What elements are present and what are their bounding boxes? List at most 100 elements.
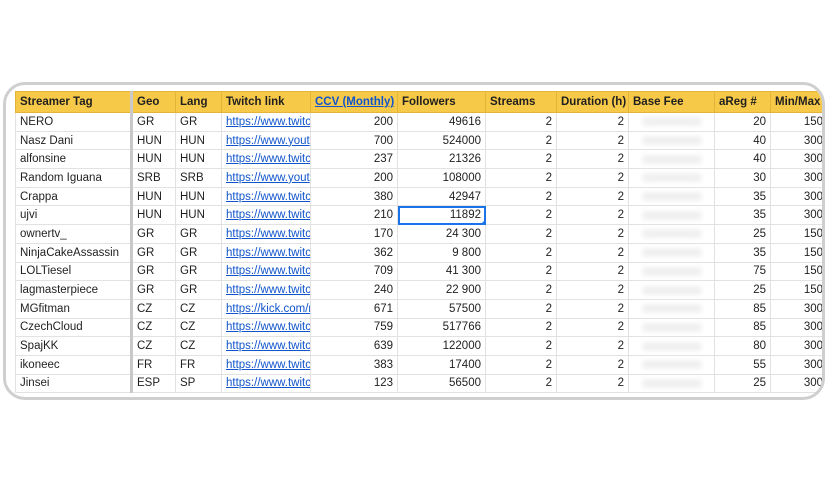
cell-ccv[interactable]: 383 (310, 354, 398, 375)
cell-duration[interactable]: 2 (556, 112, 629, 132)
cell-streamer-tag[interactable]: lagmasterpiece (15, 280, 132, 300)
cell-duration[interactable]: 2 (556, 354, 629, 375)
cell-min-max[interactable]: 300 (770, 336, 822, 356)
cell-lang[interactable]: CZ (175, 298, 222, 319)
cell-lang[interactable]: GR (175, 280, 222, 300)
cell-twitch-link[interactable]: https://www.twitc (221, 186, 311, 207)
cell-areg[interactable]: 85 (714, 317, 771, 338)
cell-ccv[interactable]: 240 (310, 280, 398, 300)
header-min-max[interactable]: Min/Max (770, 91, 822, 113)
cell-geo[interactable]: CZ (130, 336, 176, 356)
cell-base-fee-redacted[interactable] (628, 336, 715, 356)
table-row[interactable]: NinjaCakeAssassin GR GR https://www.twitc 36… (15, 242, 822, 263)
cell-streamer-tag[interactable]: Random Iguana (15, 168, 132, 188)
cell-followers[interactable]: 57500 (397, 298, 486, 319)
table-row[interactable]: Random Iguana SRB SRB https://www.yout 200 10… (15, 168, 822, 188)
cell-base-fee-redacted[interactable] (628, 130, 715, 151)
cell-min-max[interactable]: 300 (770, 373, 822, 394)
cell-geo[interactable]: GR (130, 224, 176, 244)
cell-min-max[interactable]: 300 (770, 149, 822, 170)
cell-followers[interactable]: 524000 (397, 130, 486, 151)
cell-base-fee-redacted[interactable] (628, 242, 715, 263)
cell-streams[interactable]: 2 (485, 280, 557, 300)
cell-twitch-link[interactable]: https://www.twitc (221, 317, 311, 338)
cell-ccv[interactable]: 639 (310, 336, 398, 356)
cell-ccv[interactable]: 709 (310, 261, 398, 282)
cell-base-fee-redacted[interactable] (628, 224, 715, 244)
cell-areg[interactable]: 25 (714, 280, 771, 300)
cell-twitch-link[interactable]: https://www.twitc (221, 280, 311, 300)
cell-areg[interactable]: 20 (714, 112, 771, 132)
cell-areg[interactable]: 40 (714, 149, 771, 170)
cell-duration[interactable]: 2 (556, 205, 629, 226)
cell-streamer-tag[interactable]: ownertv_ (15, 224, 132, 244)
cell-geo[interactable]: SRB (130, 168, 176, 188)
header-ccv-monthly[interactable]: CCV (Monthly) (310, 91, 398, 113)
table-row[interactable]: Jinsei ESP SP https://www.twitc 123 56500 2 2 25… (15, 373, 822, 394)
cell-streamer-tag[interactable]: Jinsei (15, 373, 132, 394)
cell-streamer-tag[interactable]: CzechCloud (15, 317, 132, 338)
header-duration[interactable]: Duration (h) (556, 91, 629, 113)
table-row[interactable]: Nasz Dani HUN HUN https://www.yout 700 524000… (15, 130, 822, 151)
cell-duration[interactable]: 2 (556, 336, 629, 356)
cell-streamer-tag[interactable]: ujvi (15, 205, 132, 226)
cell-geo[interactable]: GR (130, 112, 176, 132)
cell-duration[interactable]: 2 (556, 242, 629, 263)
cell-twitch-link[interactable]: https://www.twitc (221, 336, 311, 356)
cell-base-fee-redacted[interactable] (628, 298, 715, 319)
cell-twitch-link[interactable]: https://www.twitc (221, 112, 311, 132)
cell-streamer-tag[interactable]: ikoneec (15, 354, 132, 375)
cell-streamer-tag[interactable]: SpajKK (15, 336, 132, 356)
cell-min-max[interactable]: 300 (770, 298, 822, 319)
cell-geo[interactable]: CZ (130, 298, 176, 319)
cell-ccv[interactable]: 380 (310, 186, 398, 207)
cell-lang[interactable]: CZ (175, 336, 222, 356)
cell-geo[interactable]: GR (130, 261, 176, 282)
cell-base-fee-redacted[interactable] (628, 354, 715, 375)
cell-areg[interactable]: 25 (714, 373, 771, 394)
cell-twitch-link[interactable]: https://kick.com/r (221, 298, 311, 319)
table-row[interactable]: Crappa HUN HUN https://www.twitc 380 42947 2 2 3… (15, 186, 822, 207)
cell-twitch-link[interactable]: https://www.yout (221, 168, 311, 188)
cell-areg[interactable]: 40 (714, 130, 771, 151)
cell-streams[interactable]: 2 (485, 373, 557, 394)
cell-areg[interactable]: 35 (714, 186, 771, 207)
cell-streams[interactable]: 2 (485, 261, 557, 282)
cell-lang[interactable]: HUN (175, 205, 222, 226)
cell-duration[interactable]: 2 (556, 149, 629, 170)
cell-base-fee-redacted[interactable] (628, 205, 715, 226)
cell-base-fee-redacted[interactable] (628, 280, 715, 300)
cell-streams[interactable]: 2 (485, 317, 557, 338)
cell-ccv[interactable]: 170 (310, 224, 398, 244)
cell-min-max[interactable]: 150 (770, 112, 822, 132)
cell-followers[interactable]: 17400 (397, 354, 486, 375)
cell-followers[interactable]: 42947 (397, 186, 486, 207)
cell-streams[interactable]: 2 (485, 186, 557, 207)
cell-lang[interactable]: SP (175, 373, 222, 394)
cell-min-max[interactable]: 150 (770, 242, 822, 263)
cell-streamer-tag[interactable]: Nasz Dani (15, 130, 132, 151)
cell-twitch-link[interactable]: https://www.yout (221, 130, 311, 151)
cell-lang[interactable]: CZ (175, 317, 222, 338)
cell-duration[interactable]: 2 (556, 373, 629, 394)
header-streamer-tag[interactable]: Streamer Tag (15, 91, 132, 113)
cell-min-max[interactable]: 300 (770, 317, 822, 338)
cell-streams[interactable]: 2 (485, 168, 557, 188)
cell-duration[interactable]: 2 (556, 186, 629, 207)
cell-twitch-link[interactable]: https://www.twitc (221, 354, 311, 375)
cell-geo[interactable]: GR (130, 280, 176, 300)
cell-streamer-tag[interactable]: Crappa (15, 186, 132, 207)
header-streams[interactable]: Streams (485, 91, 557, 113)
cell-geo[interactable]: HUN (130, 205, 176, 226)
cell-lang[interactable]: HUN (175, 130, 222, 151)
cell-min-max[interactable]: 150 (770, 280, 822, 300)
cell-lang[interactable]: HUN (175, 149, 222, 170)
cell-geo[interactable]: HUN (130, 186, 176, 207)
cell-twitch-link[interactable]: https://www.twitc (221, 373, 311, 394)
cell-followers[interactable]: 41 300 (397, 261, 486, 282)
cell-streams[interactable]: 2 (485, 354, 557, 375)
cell-duration[interactable]: 2 (556, 130, 629, 151)
cell-base-fee-redacted[interactable] (628, 149, 715, 170)
cell-areg[interactable]: 80 (714, 336, 771, 356)
cell-min-max[interactable]: 300 (770, 205, 822, 226)
